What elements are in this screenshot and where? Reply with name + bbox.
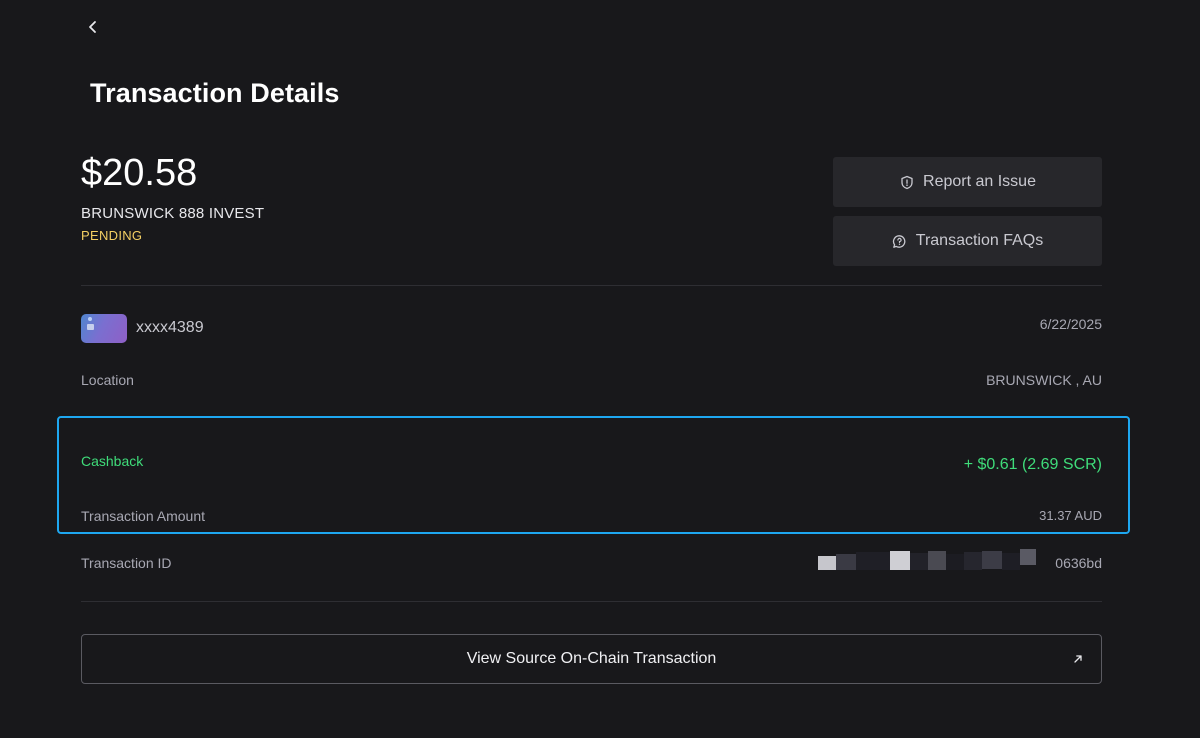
card-number: xxxx4389 [136,319,204,336]
transaction-faqs-button[interactable]: Transaction FAQs [833,216,1102,266]
divider [81,285,1102,286]
report-issue-label: Report an Issue [923,173,1036,190]
status-badge: PENDING [81,228,143,243]
merchant-name: BRUNSWICK 888 INVEST [81,205,265,222]
transaction-details-page: Transaction Details $20.58 BRUNSWICK 888… [0,0,1200,738]
transaction-amount-value: 31.37 AUD [1039,508,1102,523]
page-title: Transaction Details [90,78,340,108]
location-value: BRUNSWICK , AU [986,372,1102,388]
cashback-label: Cashback [81,453,144,469]
transaction-id-value: 0636bd [1055,555,1102,571]
report-issue-button[interactable]: Report an Issue [833,157,1102,207]
highlight-box [57,416,1130,534]
transaction-amount: $20.58 [81,152,198,194]
back-button[interactable] [80,14,106,40]
chat-help-icon [892,233,908,249]
card-icon [81,314,127,343]
transaction-faqs-label: Transaction FAQs [915,232,1044,249]
external-link-icon [1071,652,1085,666]
divider [81,601,1102,602]
location-label: Location [81,372,134,388]
transaction-amount-label: Transaction Amount [81,508,205,524]
view-on-chain-label: View Source On-Chain Transaction [466,650,717,667]
transaction-date: 6/22/2025 [1039,316,1102,332]
chevron-left-icon [89,21,96,33]
cashback-value: + $0.61 (2.69 SCR) [963,456,1102,473]
transaction-id-label: Transaction ID [81,555,172,571]
view-on-chain-button[interactable]: View Source On-Chain Transaction [81,634,1102,684]
shield-icon [899,174,915,190]
redaction-overlay [800,548,1060,572]
